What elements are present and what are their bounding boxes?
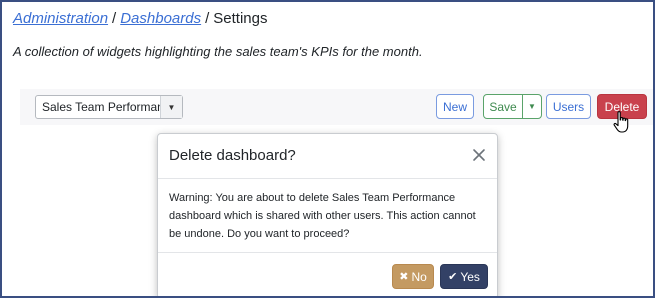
breadcrumb-separator: / — [205, 10, 210, 27]
new-button[interactable]: New — [436, 94, 474, 119]
close-icon[interactable] — [471, 147, 487, 163]
dialog-header: Delete dashboard? — [158, 134, 497, 179]
dashboard-toolbar: Sales Team Performance ▼ New Save ▼ User… — [20, 89, 653, 125]
breadcrumb: Administration / Dashboards / Settings — [13, 9, 267, 29]
no-button[interactable]: ✖ No — [392, 264, 434, 289]
dialog-footer: ✖ No ✔ Yes — [158, 252, 497, 296]
breadcrumb-current: Settings — [213, 10, 268, 27]
dialog-message: Warning: You are about to delete Sales T… — [169, 192, 476, 240]
breadcrumb-administration-link[interactable]: Administration — [13, 10, 108, 27]
save-button[interactable]: Save — [483, 94, 523, 119]
hand-pointer-icon — [613, 111, 629, 133]
dashboard-description: A collection of widgets highlighting the… — [13, 44, 423, 59]
caret-down-icon: ▼ — [160, 96, 182, 118]
yes-button[interactable]: ✔ Yes — [440, 264, 488, 289]
yes-button-label: Yes — [460, 269, 480, 284]
delete-dashboard-dialog: Delete dashboard? Warning: You are about… — [157, 133, 498, 296]
dialog-title: Delete dashboard? — [169, 147, 296, 164]
breadcrumb-dashboards-link[interactable]: Dashboards — [120, 10, 201, 27]
users-button[interactable]: Users — [546, 94, 591, 119]
dashboard-select-value: Sales Team Performance — [42, 100, 177, 114]
app-frame: Administration / Dashboards / Settings A col… — [0, 0, 655, 298]
check-icon: ✔ — [448, 271, 458, 283]
times-icon: ✖ — [399, 271, 409, 283]
caret-down-icon: ▼ — [528, 102, 536, 111]
breadcrumb-separator: / — [112, 10, 117, 27]
save-options-button[interactable]: ▼ — [522, 94, 542, 119]
no-button-label: No — [411, 269, 427, 284]
dashboard-select[interactable]: Sales Team Performance ▼ — [35, 95, 183, 119]
